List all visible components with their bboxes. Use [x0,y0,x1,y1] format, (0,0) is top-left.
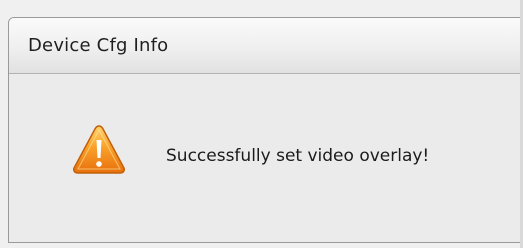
dialog-body: Successfully set video overlay! [9,74,523,242]
dialog-titlebar[interactable]: Device Cfg Info [9,18,523,74]
dialog-message: Successfully set video overlay! [166,146,430,166]
device-cfg-info-dialog: Device Cfg Info Successfully set video o… [8,17,523,243]
warning-icon [73,125,125,174]
dialog-title: Device Cfg Info [28,35,169,56]
